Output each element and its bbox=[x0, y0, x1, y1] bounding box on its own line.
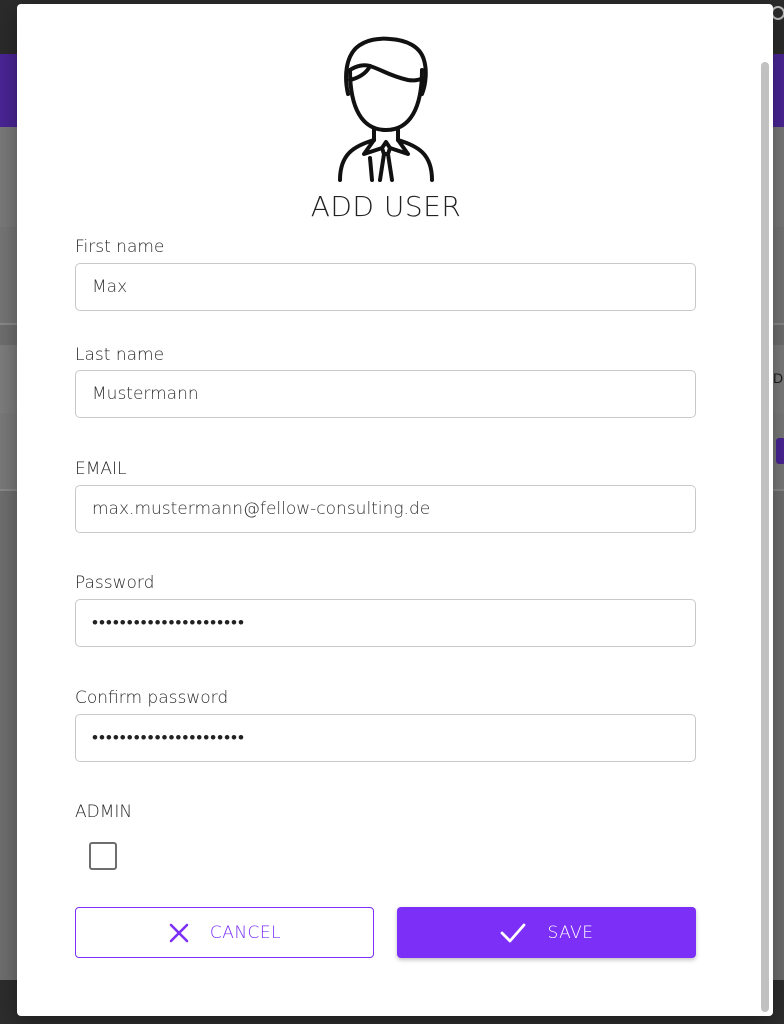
close-icon bbox=[169, 923, 189, 942]
first-name-input[interactable] bbox=[75, 263, 696, 311]
cancel-button-label: CANCEL bbox=[209, 922, 282, 943]
password-input[interactable] bbox=[75, 599, 696, 647]
cancel-button[interactable]: CANCEL bbox=[75, 907, 374, 958]
confirm-password-label: Confirm password bbox=[75, 688, 229, 708]
save-button[interactable]: SAVE bbox=[397, 907, 696, 958]
email-input[interactable] bbox=[75, 485, 696, 533]
dialog-title: ADD USER bbox=[310, 190, 462, 223]
admin-label: ADMIN bbox=[75, 802, 133, 822]
confirm-password-input[interactable] bbox=[75, 714, 696, 762]
background-column-header: D bbox=[773, 370, 784, 386]
first-name-label: First name bbox=[75, 237, 165, 257]
check-icon bbox=[501, 923, 526, 942]
admin-checkbox[interactable] bbox=[89, 842, 117, 870]
user-avatar-icon bbox=[338, 36, 434, 182]
email-label: EMAIL bbox=[75, 459, 127, 479]
background-checkbox bbox=[776, 438, 784, 464]
last-name-input[interactable] bbox=[75, 370, 696, 418]
password-label: Password bbox=[75, 573, 155, 593]
last-name-label: Last name bbox=[75, 345, 165, 365]
save-button-label: SAVE bbox=[547, 922, 594, 943]
